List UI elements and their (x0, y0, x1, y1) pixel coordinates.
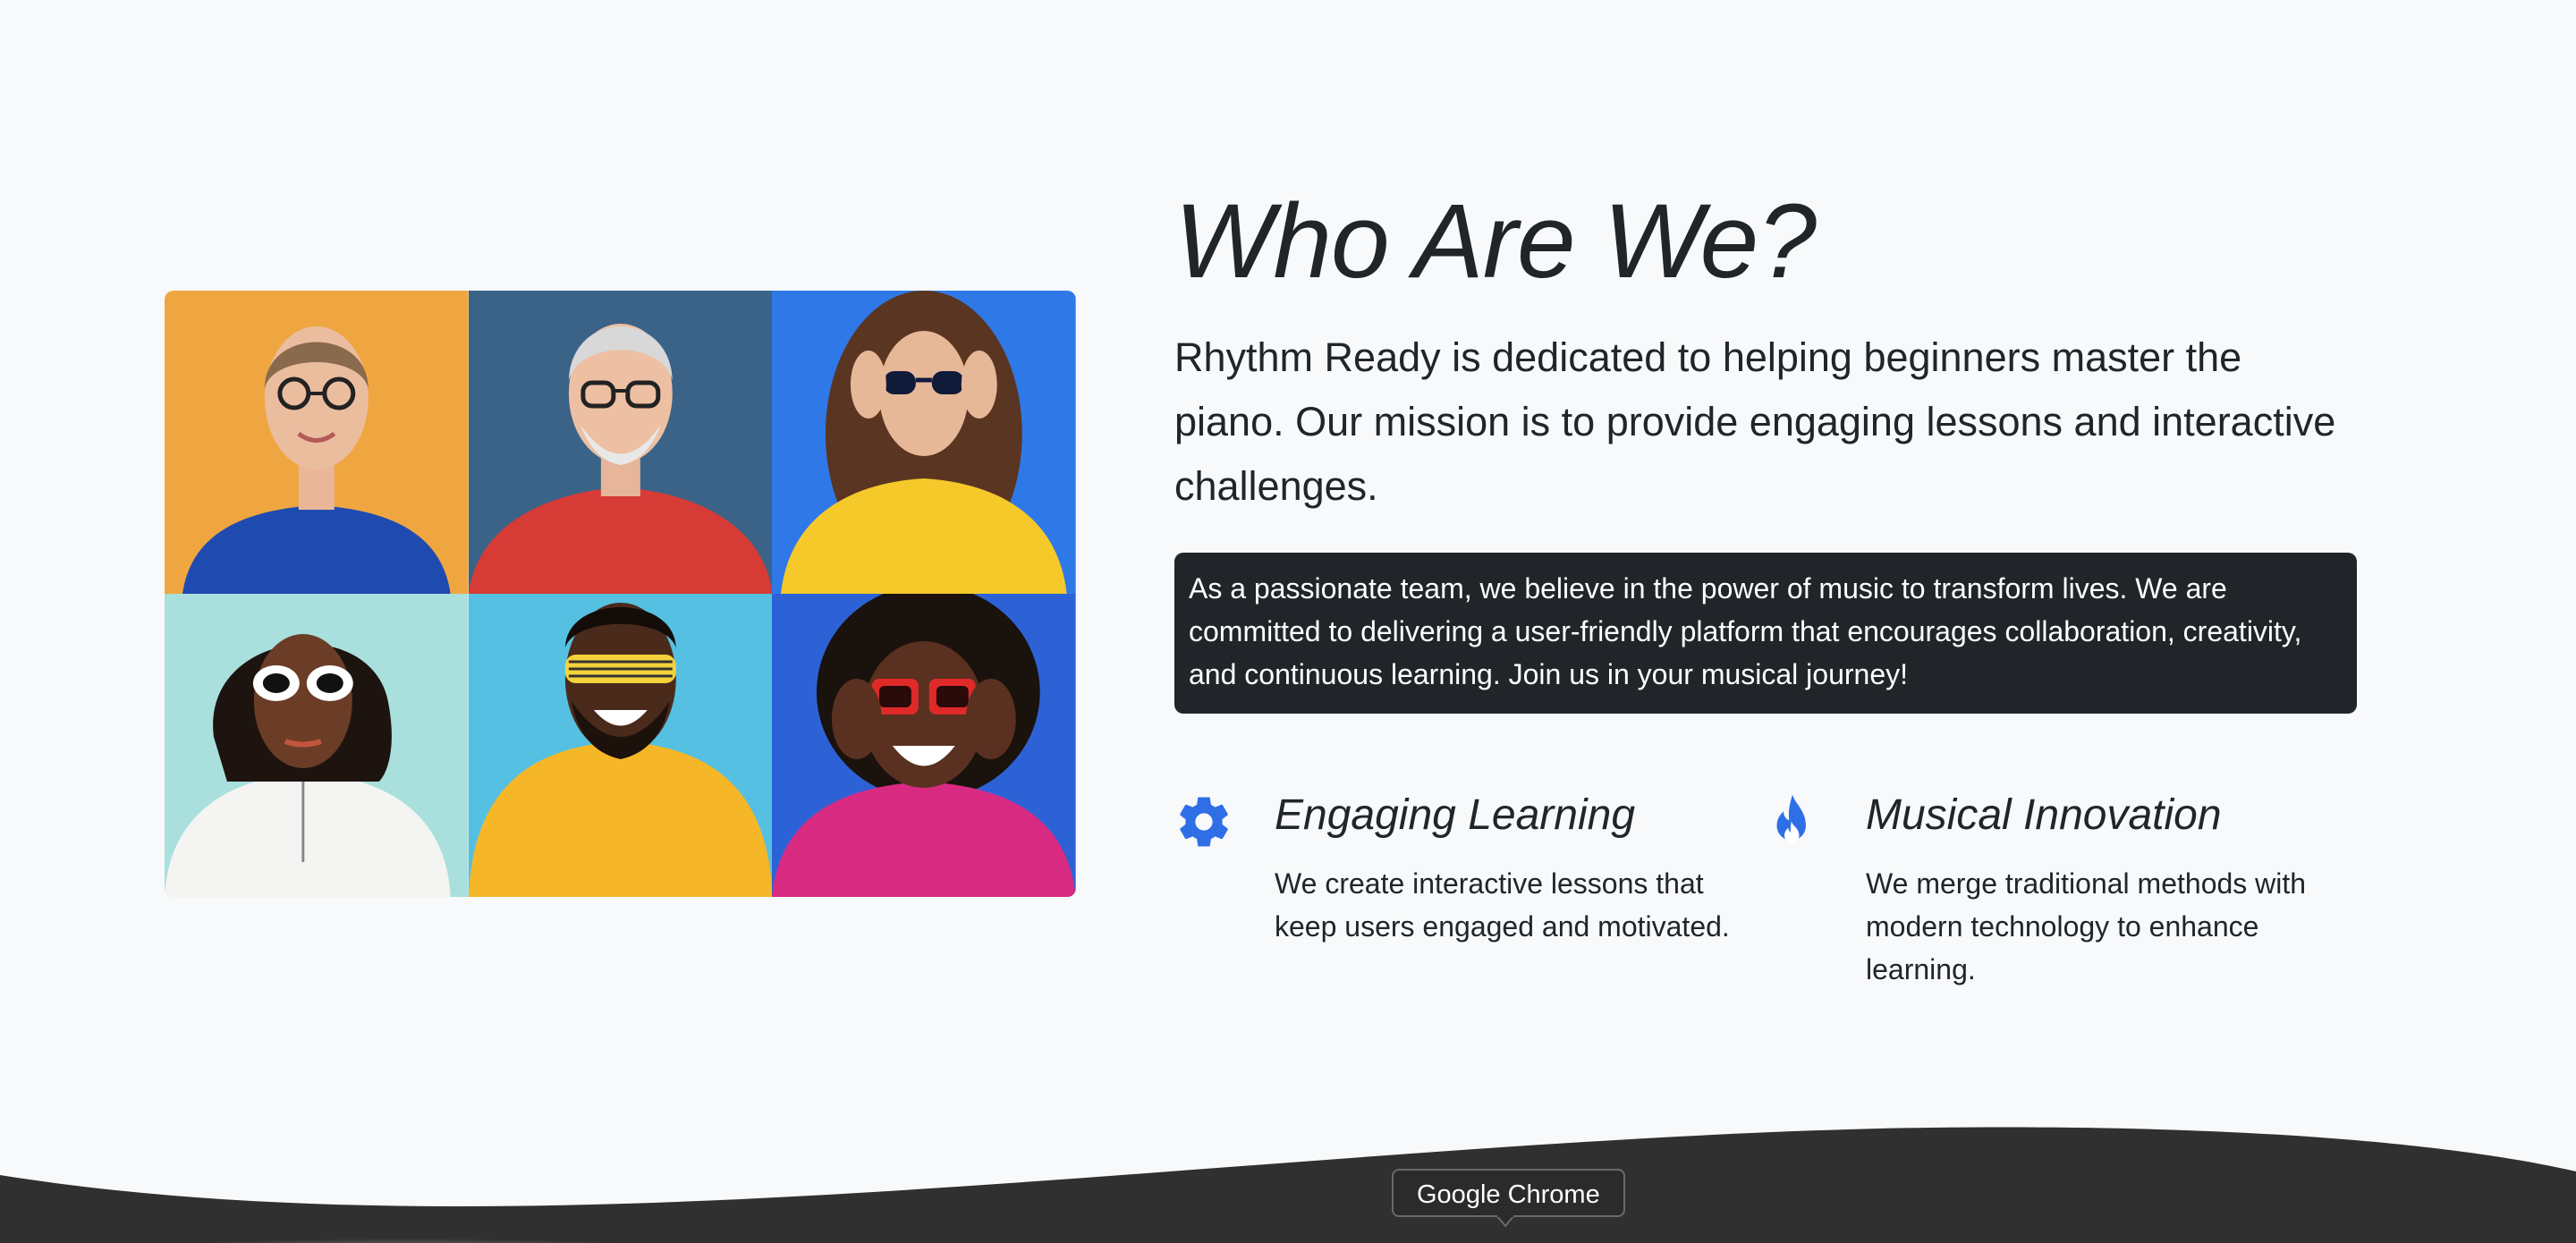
about-section: Who Are We? Rhythm Ready is dedicated to… (1174, 179, 2357, 714)
team-statement-text: As a passionate team, we believe in the … (1189, 572, 2302, 690)
page: Who Are We? Rhythm Ready is dedicated to… (0, 0, 2576, 1243)
feature-description: We merge traditional methods with modern… (1866, 867, 2307, 985)
team-photo-1 (165, 291, 469, 594)
feature-title: Engaging Learning (1275, 791, 1636, 839)
feature-body: Engaging Learning We create interactive … (1275, 787, 1758, 991)
dock-tooltip: Google Chrome (1392, 1169, 1625, 1217)
team-photo-4 (165, 594, 469, 897)
dock-background (0, 1127, 2576, 1243)
team-statement-card: As a passionate team, we believe in the … (1174, 553, 2357, 714)
team-photo-collage (165, 291, 1076, 897)
team-photo-2 (468, 291, 773, 594)
section-title: Who Are We? (1174, 182, 1817, 300)
team-photo-3 (772, 291, 1076, 594)
feature-musical-innovation: Musical Innovation We merge traditional … (1766, 787, 2357, 991)
feature-body: Musical Innovation We merge traditional … (1866, 787, 2349, 991)
mission-lead: Rhythm Ready is dedicated to helping beg… (1174, 326, 2357, 519)
tooltip-pointer (1496, 1215, 1514, 1228)
fire-icon (1766, 787, 1866, 864)
feature-title: Musical Innovation (1866, 791, 2222, 839)
gear-icon (1174, 787, 1275, 864)
features-row: Engaging Learning We create interactive … (1174, 787, 2357, 991)
brand-name: Rhythm Ready (1174, 334, 1441, 380)
team-photo-5 (468, 594, 773, 897)
feature-engaging-learning: Engaging Learning We create interactive … (1174, 787, 1766, 991)
feature-description: We create interactive lessons that keep … (1275, 867, 1730, 943)
team-photo-6 (772, 594, 1076, 897)
